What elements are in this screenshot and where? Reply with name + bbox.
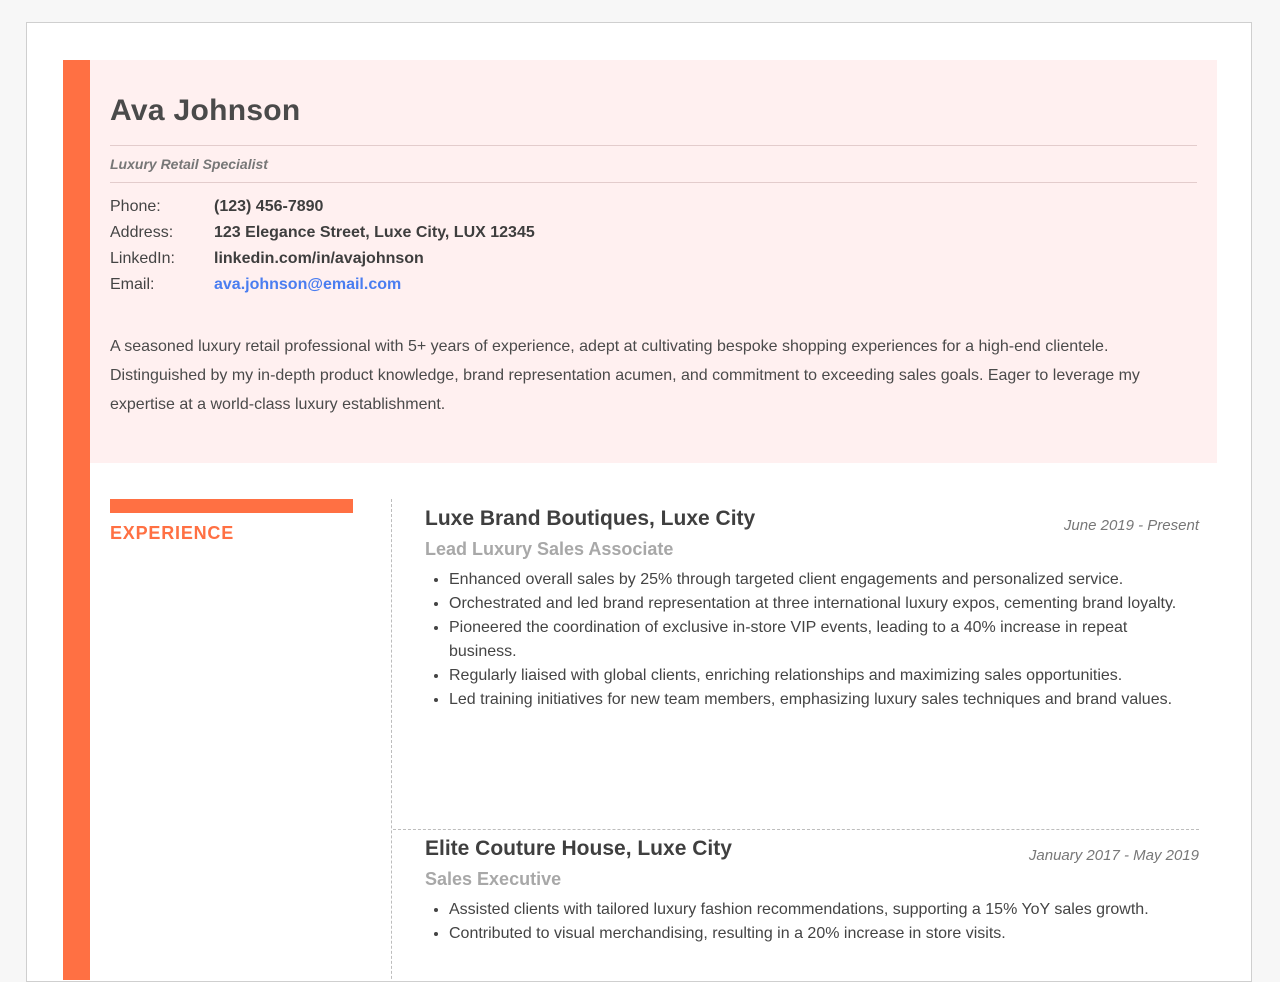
- contact-phone: Phone: (123) 456-7890: [110, 194, 535, 220]
- achievement-item: Regularly liaised with global clients, e…: [449, 664, 1199, 688]
- achievement-item: Orchestrated and led brand representatio…: [449, 592, 1199, 616]
- contact-label: Email:: [110, 276, 155, 293]
- achievement-item: Assisted clients with tailored luxury fa…: [449, 898, 1199, 922]
- contact-label: LinkedIn:: [110, 250, 175, 267]
- experience-entry: Elite Couture House, Luxe City January 2…: [425, 837, 1199, 946]
- achievement-item: Led training initiatives for new team me…: [449, 688, 1199, 712]
- contact-email: Email: ava.johnson@email.com: [110, 272, 535, 298]
- job-dates: June 2019 - Present: [1063, 517, 1199, 534]
- job-achievements: Enhanced overall sales by 25% through ta…: [425, 568, 1199, 712]
- phone-value: (123) 456-7890: [214, 198, 324, 215]
- resume-page: Ava Johnson Luxury Retail Specialist Pho…: [26, 22, 1252, 982]
- contact-info: Phone: (123) 456-7890 Address: 123 Elega…: [110, 194, 535, 298]
- contact-label: Address:: [110, 224, 174, 241]
- email-link[interactable]: ava.johnson@email.com: [214, 272, 401, 298]
- section-accent-bar: [110, 499, 353, 513]
- job-achievements: Assisted clients with tailored luxury fa…: [425, 898, 1199, 946]
- experience-entry: Luxe Brand Boutiques, Luxe City June 201…: [425, 507, 1199, 712]
- entry-divider: [393, 829, 1199, 830]
- professional-summary: A seasoned luxury retail professional wi…: [110, 338, 1140, 413]
- resume-header: Ava Johnson Luxury Retail Specialist Pho…: [90, 60, 1217, 463]
- job-role: Lead Luxury Sales Associate: [425, 539, 674, 559]
- column-divider: [391, 499, 392, 981]
- contact-label: Phone:: [110, 198, 161, 215]
- job-header: Luxe Brand Boutiques, Luxe City June 201…: [425, 507, 1199, 537]
- achievement-item: Pioneered the coordination of exclusive …: [449, 616, 1199, 664]
- experience-heading: EXPERIENCE: [110, 523, 235, 543]
- contact-address: Address: 123 Elegance Street, Luxe City,…: [110, 220, 535, 246]
- address-value: 123 Elegance Street, Luxe City, LUX 1234…: [214, 224, 535, 241]
- header-divider: [110, 182, 1197, 183]
- contact-linkedin: LinkedIn: linkedin.com/in/avajohnson: [110, 246, 535, 272]
- accent-bar: [63, 60, 90, 980]
- achievement-item: Enhanced overall sales by 25% through ta…: [449, 568, 1199, 592]
- job-role: Sales Executive: [425, 869, 562, 889]
- achievement-item: Contributed to visual merchandising, res…: [449, 922, 1199, 946]
- linkedin-value: linkedin.com/in/avajohnson: [214, 250, 424, 267]
- job-dates: January 2017 - May 2019: [1028, 847, 1199, 864]
- header-divider: [110, 145, 1197, 146]
- candidate-name: Ava Johnson: [110, 94, 301, 127]
- job-header: Elite Couture House, Luxe City January 2…: [425, 837, 1199, 867]
- candidate-title: Luxury Retail Specialist: [110, 156, 268, 172]
